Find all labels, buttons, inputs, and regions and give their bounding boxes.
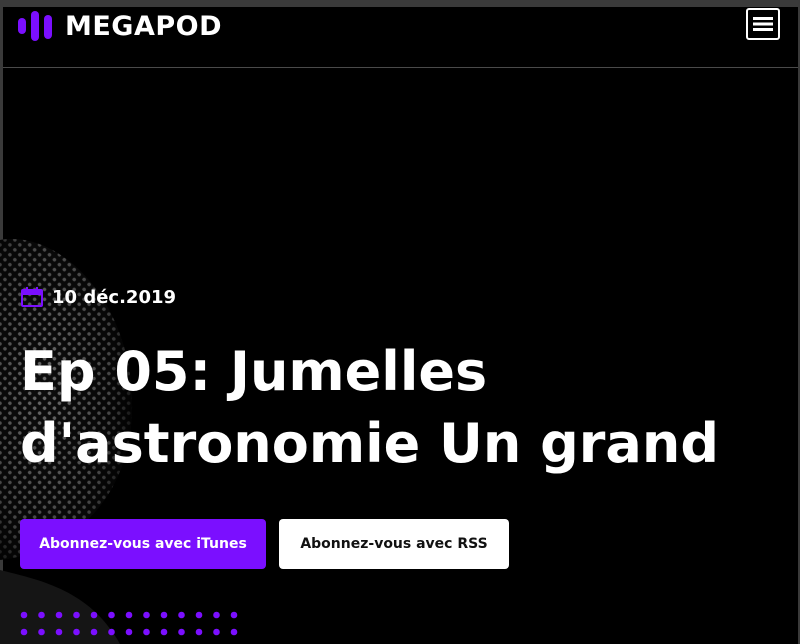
logo-text: MEGAPOD [65,10,223,42]
hamburger-menu-icon [753,17,773,31]
decoration-dot [125,628,133,636]
decoration-dot [108,611,115,619]
decoration-dot [90,611,98,619]
decoration-dot [73,611,80,619]
decoration-dot [55,611,63,619]
decoration-dot [160,611,168,619]
subscribe-rss-button[interactable]: Abonnez-vous avec RSS [279,519,509,569]
page: MEGAPOD 10 déc.2019 Ep 05: Jumelles d'as… [0,0,800,644]
decoration-dot [195,628,203,636]
decoration-dot [195,611,203,619]
decoration-dot [178,628,185,636]
site-header: MEGAPOD [3,7,798,68]
decoration-dot [143,628,150,636]
decoration-dot [230,628,238,636]
decoration-dot [125,611,133,619]
decoration-dot [178,611,185,619]
subscribe-itunes-button[interactable]: Abonnez-vous avec iTunes [20,519,266,569]
decoration-dot [108,628,115,636]
episode-date: 10 déc.2019 [20,286,176,308]
decoration-dot [143,611,150,619]
dot-grid-decoration [20,611,238,636]
decoration-dot [20,628,28,636]
decoration-dot [20,611,28,619]
browser-top-strip [0,0,800,7]
decoration-dot [73,628,80,636]
logo[interactable]: MEGAPOD [17,9,222,43]
decoration-dot [38,628,45,636]
decoration-dot [213,628,220,636]
logo-bars-icon [18,11,52,41]
decoration-dot [230,611,238,619]
episode-title: Ep 05: Jumelles d'astronomie Un grand [20,340,719,475]
menu-button[interactable] [746,8,780,40]
decoration-dot [38,611,45,619]
decoration-dot [90,628,98,636]
calendar-icon [21,287,43,307]
decoration-dot [55,628,63,636]
decoration-dot [160,628,168,636]
date-text: 10 déc.2019 [52,286,177,308]
decoration-dot [213,611,220,619]
